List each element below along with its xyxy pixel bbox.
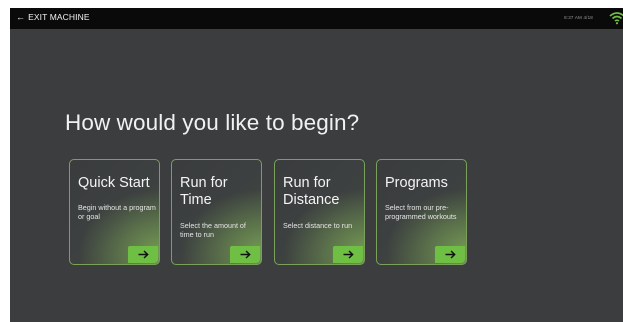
right-arrow-icon xyxy=(343,250,354,259)
right-arrow-icon xyxy=(240,250,251,259)
programs-card[interactable]: Programs Select from our pre-programmed … xyxy=(376,159,467,265)
exit-machine-label: EXIT MACHINE xyxy=(28,12,90,22)
status-time: 8:37 AM 4/18 xyxy=(564,15,593,20)
card-arrow-button[interactable] xyxy=(230,246,260,263)
card-description: Select distance to run xyxy=(283,221,353,230)
run-for-distance-card[interactable]: Run for Distance Select distance to run xyxy=(274,159,365,265)
card-description: Select from our pre-programmed workouts xyxy=(385,203,457,221)
quick-start-card[interactable]: Quick Start Begin without a program or g… xyxy=(69,159,160,265)
card-title: Run for Time xyxy=(180,175,228,208)
page-title: How would you like to begin? xyxy=(65,110,360,135)
run-for-time-card[interactable]: Run for Time Select the amount of time t… xyxy=(171,159,262,265)
left-arrow-icon: ← xyxy=(16,12,26,22)
top-bar: ← EXIT MACHINE 8:37 AM 4/18 xyxy=(10,8,623,29)
card-arrow-button[interactable] xyxy=(435,246,465,263)
card-arrow-button[interactable] xyxy=(128,246,158,263)
card-title: Run for Distance xyxy=(283,175,340,208)
right-arrow-icon xyxy=(445,250,456,259)
card-title: Quick Start xyxy=(78,175,150,191)
card-title: Programs xyxy=(385,175,448,191)
card-arrow-button[interactable] xyxy=(333,246,363,263)
machine-screen: ← EXIT MACHINE 8:37 AM 4/18 How would yo… xyxy=(10,8,623,322)
card-description: Begin without a program or goal xyxy=(78,203,156,221)
card-description: Select the amount of time to run xyxy=(180,221,246,239)
right-arrow-icon xyxy=(138,250,149,259)
exit-machine-button[interactable]: ← EXIT MACHINE xyxy=(16,12,90,22)
wifi-icon xyxy=(609,12,623,25)
